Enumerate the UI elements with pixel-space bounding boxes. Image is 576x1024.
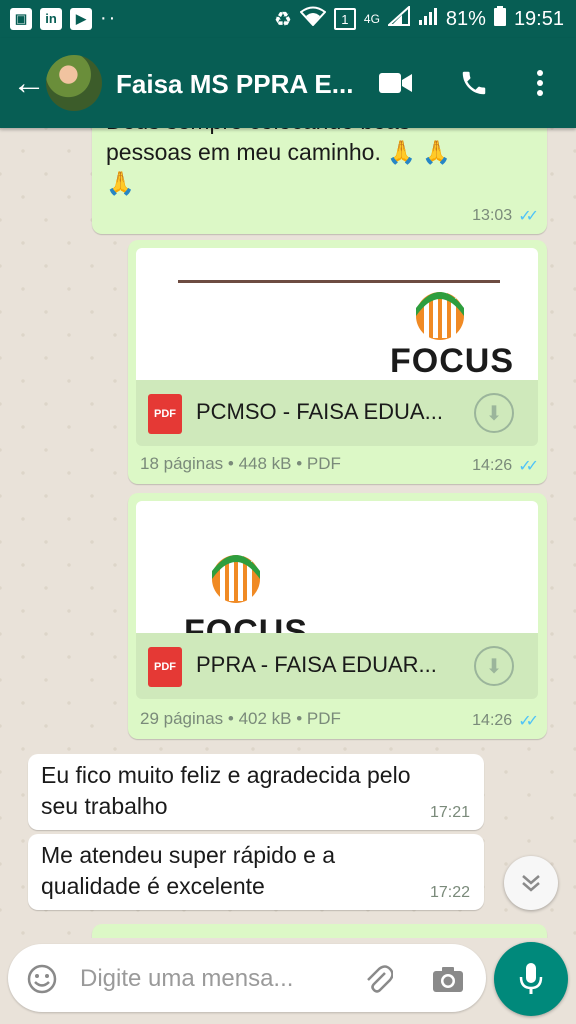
message-bubble[interactable] (92, 924, 547, 938)
clock: 19:51 (513, 7, 564, 30)
message-text: 🙏 (106, 170, 135, 196)
message-text: pessoas em meu caminho. 🙏 🙏 (106, 139, 451, 165)
battery-level: 81% (445, 7, 486, 30)
pdf-icon: PDF (148, 394, 182, 434)
message-meta: 14:26 ✓✓ (472, 456, 539, 476)
message-composer (8, 944, 486, 1012)
document-name: PCMSO - FAISA EDUA... (196, 399, 443, 424)
read-ticks-icon: ✓✓ (518, 458, 539, 475)
sim-slot-label: 1 (341, 11, 349, 27)
video-call-icon[interactable] (378, 65, 414, 101)
message-time: 14:26 (472, 457, 513, 474)
document-row[interactable]: PDF PCMSO - FAISA EDUA... ⬇ (136, 380, 538, 446)
conversation[interactable]: Deus sempre colocando boas pessoas em me… (0, 128, 576, 938)
message-text: Deus sempre colocando boas (106, 128, 451, 137)
focus-logo-icon (416, 290, 464, 340)
document-info: 18 páginas • 448 kB • PDF (140, 454, 341, 473)
read-ticks-icon: ✓✓ (518, 713, 539, 730)
message-time: 14:26 (472, 712, 513, 729)
linkedin-icon: in (40, 7, 62, 30)
pdf-icon-label: PDF (154, 408, 176, 420)
document-info: 29 páginas • 402 kB • PDF (140, 709, 341, 728)
status-bar: ▣ in ▶ ·· ♻ 1 4G 81% 19:51 (0, 0, 576, 38)
pdf-icon-label: PDF (154, 661, 176, 673)
document-message[interactable]: FOCUS PDF PPRA - FAISA EDUAR... ⬇ 29 pág… (128, 493, 547, 739)
chat-title[interactable]: Faisa MS PPRA E... (116, 69, 353, 100)
scroll-down-button[interactable] (504, 856, 558, 910)
download-icon[interactable]: ⬇ (474, 393, 514, 433)
wifi-icon (299, 6, 327, 32)
message-time: 17:22 (429, 884, 470, 901)
system-icons: ♻ 1 4G 81% 19:51 (273, 4, 564, 32)
signal-icon (386, 4, 410, 32)
battery-icon (493, 6, 506, 32)
message-bubble[interactable]: Deus sempre colocando boas pessoas em me… (92, 128, 547, 234)
download-icon[interactable]: ⬇ (474, 646, 514, 686)
document-preview[interactable]: FOCUS (136, 248, 538, 380)
preview-rule (178, 280, 500, 283)
message-bubble[interactable]: Me atendeu super rápido e a qualidade é … (28, 834, 484, 910)
network-type: 4G (363, 12, 380, 26)
message-bubble[interactable]: Eu fico muito feliz e agradecida pelo se… (28, 754, 484, 830)
image-icon: ▣ (10, 7, 32, 30)
microphone-icon (519, 963, 543, 994)
chevron-down-icon (522, 875, 540, 892)
sim-icon: 1 (333, 8, 356, 30)
document-preview[interactable]: FOCUS (136, 501, 538, 633)
document-message[interactable]: FOCUS PDF PCMSO - FAISA EDUA... ⬇ 18 pág… (128, 240, 547, 484)
recycle-icon: ♻ (273, 8, 292, 31)
read-ticks-icon: ✓✓ (518, 208, 539, 225)
document-name: PPRA - FAISA EDUAR... (196, 652, 437, 677)
message-meta: 14:26 ✓✓ (472, 711, 539, 731)
microphone-button[interactable] (494, 942, 568, 1016)
preview-brand-text: FOCUS (184, 613, 308, 633)
message-text: qualidade é excelente (41, 873, 265, 899)
focus-logo-icon (212, 553, 260, 603)
message-text: Me atendeu super rápido e a (41, 842, 336, 868)
chat-header: ← Faisa MS PPRA E... (0, 38, 576, 128)
more-options-icon[interactable] (522, 65, 558, 101)
message-time: 17:21 (429, 804, 470, 821)
message-text: seu trabalho (41, 793, 168, 819)
phone-icon[interactable] (456, 65, 492, 101)
message-meta: 13:03 ✓✓ (472, 206, 539, 226)
message-input[interactable] (78, 962, 352, 996)
preview-brand-text: FOCUS (390, 342, 514, 380)
pdf-icon: PDF (148, 647, 182, 687)
emoji-icon[interactable] (24, 961, 60, 997)
more-notifications-icon: ·· (100, 7, 118, 29)
message-meta: 17:21 (430, 804, 470, 822)
message-meta: 17:22 (430, 884, 470, 902)
attach-icon[interactable] (360, 961, 396, 997)
message-time: 13:03 (472, 207, 513, 224)
message-text: Eu fico muito feliz e agradecida pelo (41, 762, 411, 788)
signal-bars-icon (418, 6, 438, 32)
notification-icons: ▣ in ▶ ·· (10, 7, 117, 30)
document-row[interactable]: PDF PPRA - FAISA EDUAR... ⬇ (136, 633, 538, 699)
camera-icon[interactable] (430, 961, 466, 997)
avatar[interactable] (46, 55, 102, 111)
back-arrow-icon[interactable]: ← (12, 66, 46, 100)
youtube-icon: ▶ (70, 7, 92, 30)
